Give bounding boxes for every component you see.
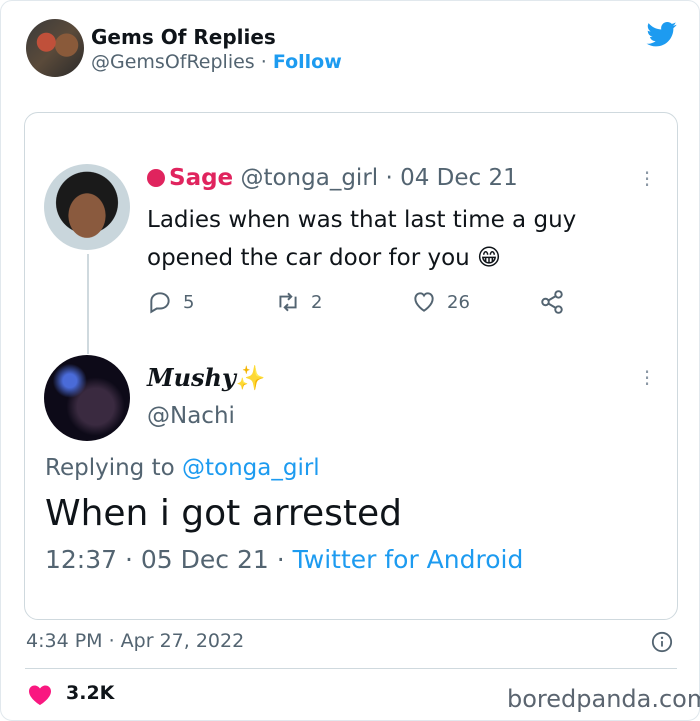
reply-icon (150, 292, 170, 314)
retweet-icon (279, 292, 297, 312)
tweet2-avatar[interactable] (44, 355, 130, 441)
more-options-icon[interactable]: · · · (642, 163, 652, 195)
like-action[interactable]: 26 (411, 289, 470, 315)
retweet-count: 2 (311, 291, 323, 313)
tweet2-meta: 12:37 · 05 Dec 21 · Twitter for Android (45, 545, 523, 574)
tweet1-header: Sage @tonga_girl · 04 Dec 21 (147, 165, 518, 191)
author-handle[interactable]: @GemsOfReplies (91, 51, 255, 73)
follow-button[interactable]: Follow (273, 51, 342, 73)
author-handle-line: @GemsOfReplies · Follow (91, 51, 342, 73)
retweet-action[interactable]: 2 (275, 289, 322, 315)
tweet1-display-name[interactable]: Sage (169, 165, 233, 191)
thread-connector (87, 254, 89, 354)
quoted-screenshot-card: Sage @tonga_girl · 04 Dec 21 · · · Ladies … (24, 112, 678, 620)
tweet2-display-name[interactable]: Mushy✨ (147, 363, 266, 392)
separator-dot: · (260, 51, 267, 73)
reply-action[interactable]: 5 (147, 289, 194, 315)
info-icon[interactable] (651, 631, 673, 653)
tweet1-handle[interactable]: @tonga_girl (240, 165, 378, 191)
tweet2-source-link[interactable]: Twitter for Android (293, 545, 524, 574)
heart-outline-icon (414, 292, 434, 312)
more-options-icon[interactable]: · · · (642, 362, 652, 394)
tweet1-actions: 5 2 26 (147, 289, 597, 317)
tweet1-body: Ladies when was that last time a guy ope… (147, 207, 577, 271)
embed-like-count[interactable]: 3.2K (66, 682, 114, 704)
tweet1-avatar[interactable] (44, 164, 130, 250)
heart-icon[interactable] (28, 684, 52, 706)
replying-to-link[interactable]: @tonga_girl (182, 455, 320, 481)
twitter-bird-icon[interactable] (645, 19, 679, 49)
tweet2-text: When i got arrested (45, 493, 402, 534)
share-icon (541, 290, 563, 314)
author-avatar[interactable] (26, 19, 84, 77)
like-count: 26 (447, 291, 470, 313)
pencil-badge-icon (147, 169, 165, 187)
author-name[interactable]: Gems Of Replies (91, 25, 276, 49)
embed-timestamp[interactable]: 4:34 PM · Apr 27, 2022 (26, 630, 244, 652)
tweet1-date: · 04 Dec 21 (385, 165, 518, 191)
tweet1-text: Ladies when was that last time a guy ope… (147, 201, 627, 277)
reply-count: 5 (183, 291, 195, 313)
divider (25, 668, 677, 669)
share-action[interactable] (539, 289, 565, 315)
tweet2-time-date: 12:37 · 05 Dec 21 · (45, 545, 293, 574)
tweet2-handle[interactable]: @Nachi (147, 403, 235, 429)
tweet-embed: Gems Of Replies @GemsOfReplies · Follow … (0, 0, 700, 721)
tweet2-name-text: Mushy (147, 363, 236, 392)
boredpanda-watermark: boredpanda.com (507, 685, 700, 713)
replying-to-line: Replying to @tonga_girl (45, 455, 320, 481)
replying-prefix: Replying to (45, 455, 182, 481)
sparkles-emoji: ✨ (235, 363, 266, 392)
grin-emoji: 😁 (477, 245, 502, 271)
